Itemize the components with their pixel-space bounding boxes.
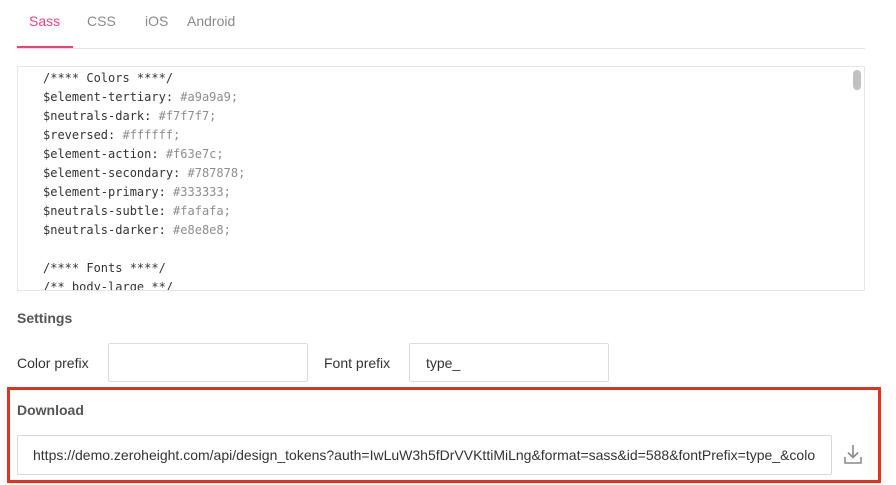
download-url-field[interactable] xyxy=(17,435,832,475)
code-line: $element-action: #f63e7c; xyxy=(43,145,245,164)
download-icon xyxy=(844,445,862,464)
code-line: /**** Fonts ****/ xyxy=(43,259,245,278)
font-prefix-input[interactable] xyxy=(409,343,609,382)
download-heading: Download xyxy=(17,402,84,418)
code-line: $element-secondary: #787878; xyxy=(43,164,245,183)
tab-css[interactable]: CSS xyxy=(87,13,116,29)
code-token-name: $reversed: xyxy=(43,128,123,142)
code-preview[interactable]: /**** Colors ****/ $element-tertiary: #a9… xyxy=(17,66,865,291)
code-comment: /** body-large **/ xyxy=(43,280,174,291)
code-content: /**** Colors ****/ $element-tertiary: #a9… xyxy=(43,69,245,291)
code-token-value: #e8e8e8; xyxy=(173,223,231,237)
code-scrollbar[interactable] xyxy=(853,70,861,90)
code-token-value: #333333; xyxy=(173,185,231,199)
code-line: $neutrals-dark: #f7f7f7; xyxy=(43,107,245,126)
code-token-value: #787878; xyxy=(187,166,246,180)
code-token-value: #f63e7c; xyxy=(165,147,224,161)
download-button[interactable] xyxy=(838,438,868,470)
code-line: $element-primary: #333333; xyxy=(43,183,245,202)
code-line: /**** Colors ****/ xyxy=(43,69,245,88)
code-line: $neutrals-darker: #e8e8e8; xyxy=(43,221,245,240)
code-line: /** body-large **/ xyxy=(43,278,245,291)
code-token-name: $neutrals-darker: xyxy=(43,223,174,237)
code-line: $reversed: #ffffff; xyxy=(43,126,245,145)
code-token-name: $element-secondary: xyxy=(43,166,188,180)
code-token-name: $neutrals-subtle: xyxy=(43,204,174,218)
tab-sass[interactable]: Sass xyxy=(29,13,60,29)
active-tab-indicator xyxy=(17,46,73,48)
code-comment: /**** Fonts ****/ xyxy=(43,261,166,275)
tab-android[interactable]: Android xyxy=(187,13,235,29)
code-token-name: $element-action: xyxy=(43,147,166,161)
settings-heading: Settings xyxy=(17,310,73,326)
color-prefix-label: Color prefix xyxy=(17,355,89,371)
code-line: $neutrals-subtle: #fafafa; xyxy=(43,202,245,221)
tab-ios[interactable]: iOS xyxy=(145,13,168,29)
font-prefix-label: Font prefix xyxy=(324,355,391,371)
code-token-value: #f7f7f7; xyxy=(158,109,217,123)
code-token-name: $element-tertiary: xyxy=(43,90,181,104)
code-line: $element-tertiary: #a9a9a9; xyxy=(43,88,245,107)
code-token-value: #a9a9a9; xyxy=(180,90,239,104)
code-token-name: $neutrals-dark: xyxy=(43,109,159,123)
code-comment: /**** Colors ****/ xyxy=(43,71,174,85)
code-token-value: #fafafa; xyxy=(173,204,231,218)
code-token-name: $element-primary: xyxy=(43,185,174,199)
format-tabs: Sass CSS iOS Android xyxy=(17,0,865,49)
code-token-value: #ffffff; xyxy=(122,128,181,142)
color-prefix-input[interactable] xyxy=(108,343,308,382)
